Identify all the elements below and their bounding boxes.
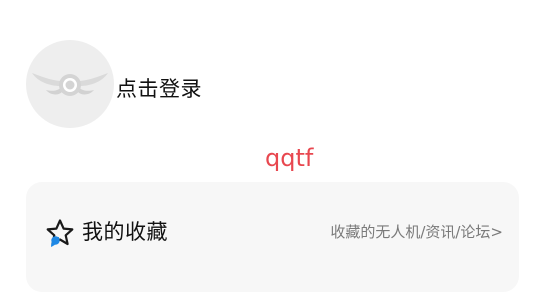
- login-link[interactable]: 点击登录: [116, 75, 202, 103]
- drone-logo-icon: [32, 73, 108, 96]
- avatar[interactable]: [26, 40, 114, 128]
- watermark-text: qqtf: [265, 144, 314, 172]
- my-favorites-row[interactable]: 我的收藏 收藏的无人机/资讯/论坛>: [26, 182, 519, 282]
- my-favorites-title: 我的收藏: [82, 220, 168, 244]
- favorites-subtitle-link[interactable]: 收藏的无人机/资讯/论坛>: [330, 221, 503, 243]
- star-icon: [46, 219, 74, 247]
- favorites-card: 我的收藏 收藏的无人机/资讯/论坛>: [26, 182, 519, 292]
